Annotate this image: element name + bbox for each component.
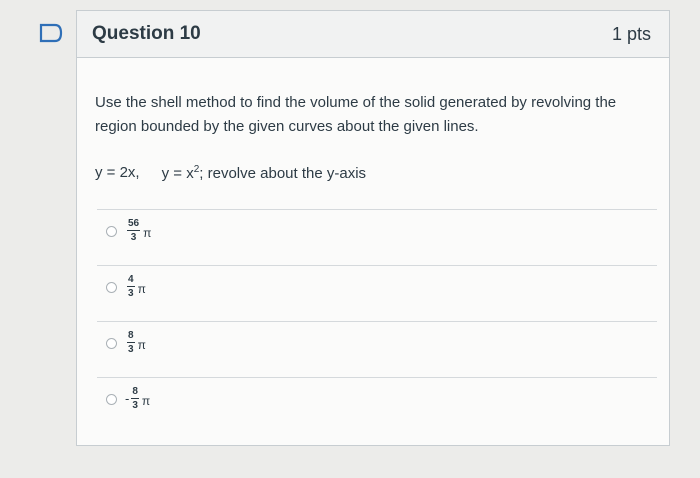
question-body: Use the shell method to find the volume … xyxy=(77,58,669,182)
question-title: Question 10 xyxy=(92,23,201,44)
answer-option[interactable]: 4 3 π xyxy=(97,265,657,321)
radio-button-icon[interactable] xyxy=(106,226,117,237)
pi-symbol: π xyxy=(143,225,152,240)
answer-label: 8 3 π xyxy=(127,330,146,355)
pi-symbol: π xyxy=(137,337,146,352)
answer-label: 56 3 π xyxy=(127,218,152,243)
question-points: 1 pts xyxy=(611,23,651,44)
answer-option[interactable]: 56 3 π xyxy=(97,209,657,265)
flag-question-icon[interactable] xyxy=(38,22,66,44)
radio-button-icon[interactable] xyxy=(106,394,117,405)
question-header: Question 10 1 pts xyxy=(77,11,669,58)
equation-two: y = x2; revolve about the y-axis xyxy=(161,164,367,182)
equation-one: y = 2x, xyxy=(95,164,140,181)
answer-label: - 8 3 π xyxy=(125,386,151,411)
question-equations: y = 2x, y = x2; revolve about the y-axis xyxy=(95,164,649,182)
answer-option[interactable]: - 8 3 π xyxy=(97,377,657,433)
question-card: Question 10 1 pts Use the shell method t… xyxy=(76,10,670,446)
radio-button-icon[interactable] xyxy=(106,338,117,349)
pi-symbol: π xyxy=(141,393,151,408)
answer-label: 4 3 π xyxy=(127,274,146,299)
answer-list: 56 3 π 4 3 π 8 3 π - 8 3 π xyxy=(97,209,657,433)
radio-button-icon[interactable] xyxy=(106,282,117,293)
pi-symbol: π xyxy=(137,281,146,296)
question-prompt: Use the shell method to find the volume … xyxy=(95,94,617,135)
answer-option[interactable]: 8 3 π xyxy=(97,321,657,377)
